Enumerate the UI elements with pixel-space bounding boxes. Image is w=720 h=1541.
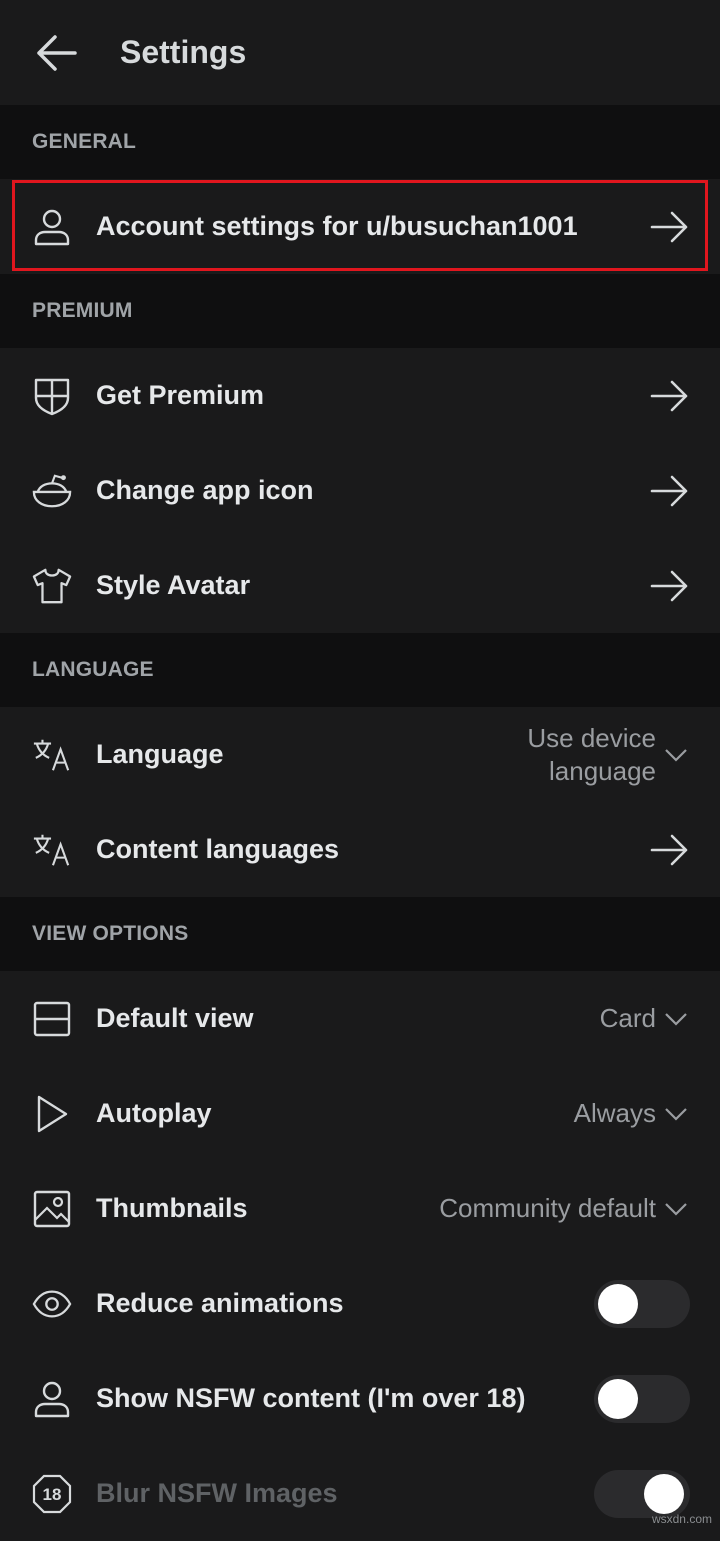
reduce-animations-label: Reduce animations: [96, 1288, 344, 1318]
show-nsfw-label: Show NSFW content (I'm over 18): [96, 1383, 526, 1413]
blur-nsfw-label: Blur NSFW Images: [96, 1478, 338, 1508]
chevron-down-icon: [664, 1006, 690, 1032]
account-settings-row[interactable]: Account settings for u/busuchan1001: [0, 179, 720, 274]
autoplay-value: Always: [574, 1098, 690, 1129]
section-header-general: GENERAL: [0, 105, 720, 179]
default-view-value: Card: [600, 1003, 690, 1034]
user-icon: [32, 1379, 72, 1419]
language-label: Language: [96, 739, 224, 769]
arrow-right-icon: [650, 830, 690, 870]
change-app-icon-row[interactable]: Change app icon: [0, 443, 720, 538]
show-nsfw-toggle[interactable]: [594, 1374, 690, 1423]
top-bar: Settings: [0, 0, 720, 105]
default-view-row[interactable]: Default view Card: [0, 971, 720, 1066]
account-settings-label: Account settings for u/busuchan1001: [96, 211, 578, 241]
blur-nsfw-row: 18 Blur NSFW Images: [0, 1446, 720, 1541]
arrow-right-icon: [650, 566, 690, 606]
arrow-right-icon: [650, 207, 690, 247]
reduce-animations-row: Reduce animations: [0, 1256, 720, 1351]
svg-text:18: 18: [43, 1485, 62, 1504]
autoplay-row[interactable]: Autoplay Always: [0, 1066, 720, 1161]
toggle-knob: [644, 1473, 684, 1514]
toggle-knob: [598, 1378, 638, 1419]
page-title: Settings: [120, 34, 247, 70]
blur-nsfw-toggle[interactable]: [594, 1469, 690, 1518]
style-avatar-row[interactable]: Style Avatar: [0, 538, 720, 633]
toggle-knob: [598, 1283, 638, 1324]
language-value: Use device language: [527, 722, 690, 788]
image-icon: [32, 1189, 72, 1229]
style-avatar-label: Style Avatar: [96, 570, 251, 600]
autoplay-value-text: Always: [573, 1098, 656, 1128]
section-header-language: LANGUAGE: [0, 633, 720, 707]
eye-icon: [32, 1284, 72, 1324]
user-icon: [32, 207, 72, 247]
eighteen-plus-icon: 18: [32, 1474, 72, 1514]
arrow-right-icon: [650, 376, 690, 416]
get-premium-row[interactable]: Get Premium: [0, 348, 720, 443]
language-value-line-1: Use device: [527, 722, 656, 753]
thumbnails-row[interactable]: Thumbnails Community default: [0, 1161, 720, 1256]
change-app-icon-label: Change app icon: [96, 475, 314, 505]
play-icon: [32, 1094, 72, 1134]
reduce-animations-toggle[interactable]: [594, 1279, 690, 1328]
get-premium-label: Get Premium: [96, 380, 265, 410]
chevron-down-icon: [664, 1101, 690, 1127]
bowl-icon: [32, 471, 72, 511]
back-arrow-icon[interactable]: [32, 29, 80, 77]
thumbnails-value-text: Community default: [439, 1193, 656, 1223]
section-header-view-options: VIEW OPTIONS: [0, 897, 720, 971]
translate-icon: [32, 830, 72, 870]
shield-icon: [32, 376, 72, 416]
shirt-icon: [32, 566, 72, 606]
chevron-down-icon: [664, 1196, 690, 1222]
arrow-right-icon: [650, 471, 690, 511]
default-view-value-text: Card: [599, 1003, 656, 1033]
card-view-icon: [32, 999, 72, 1039]
autoplay-label: Autoplay: [96, 1098, 212, 1128]
content-languages-label: Content languages: [96, 834, 340, 864]
content-languages-row[interactable]: Content languages: [0, 802, 720, 897]
watermark: wsxdn.com: [651, 1512, 712, 1526]
thumbnails-value: Community default: [439, 1193, 690, 1224]
show-nsfw-row: Show NSFW content (I'm over 18): [0, 1351, 720, 1446]
language-row[interactable]: Language Use device language: [0, 707, 720, 802]
section-header-premium: PREMIUM: [0, 274, 720, 348]
language-value-line-2: language: [549, 755, 656, 786]
thumbnails-label: Thumbnails: [96, 1193, 248, 1223]
default-view-label: Default view: [96, 1003, 254, 1033]
chevron-down-icon: [664, 742, 690, 768]
translate-icon: [32, 735, 72, 775]
